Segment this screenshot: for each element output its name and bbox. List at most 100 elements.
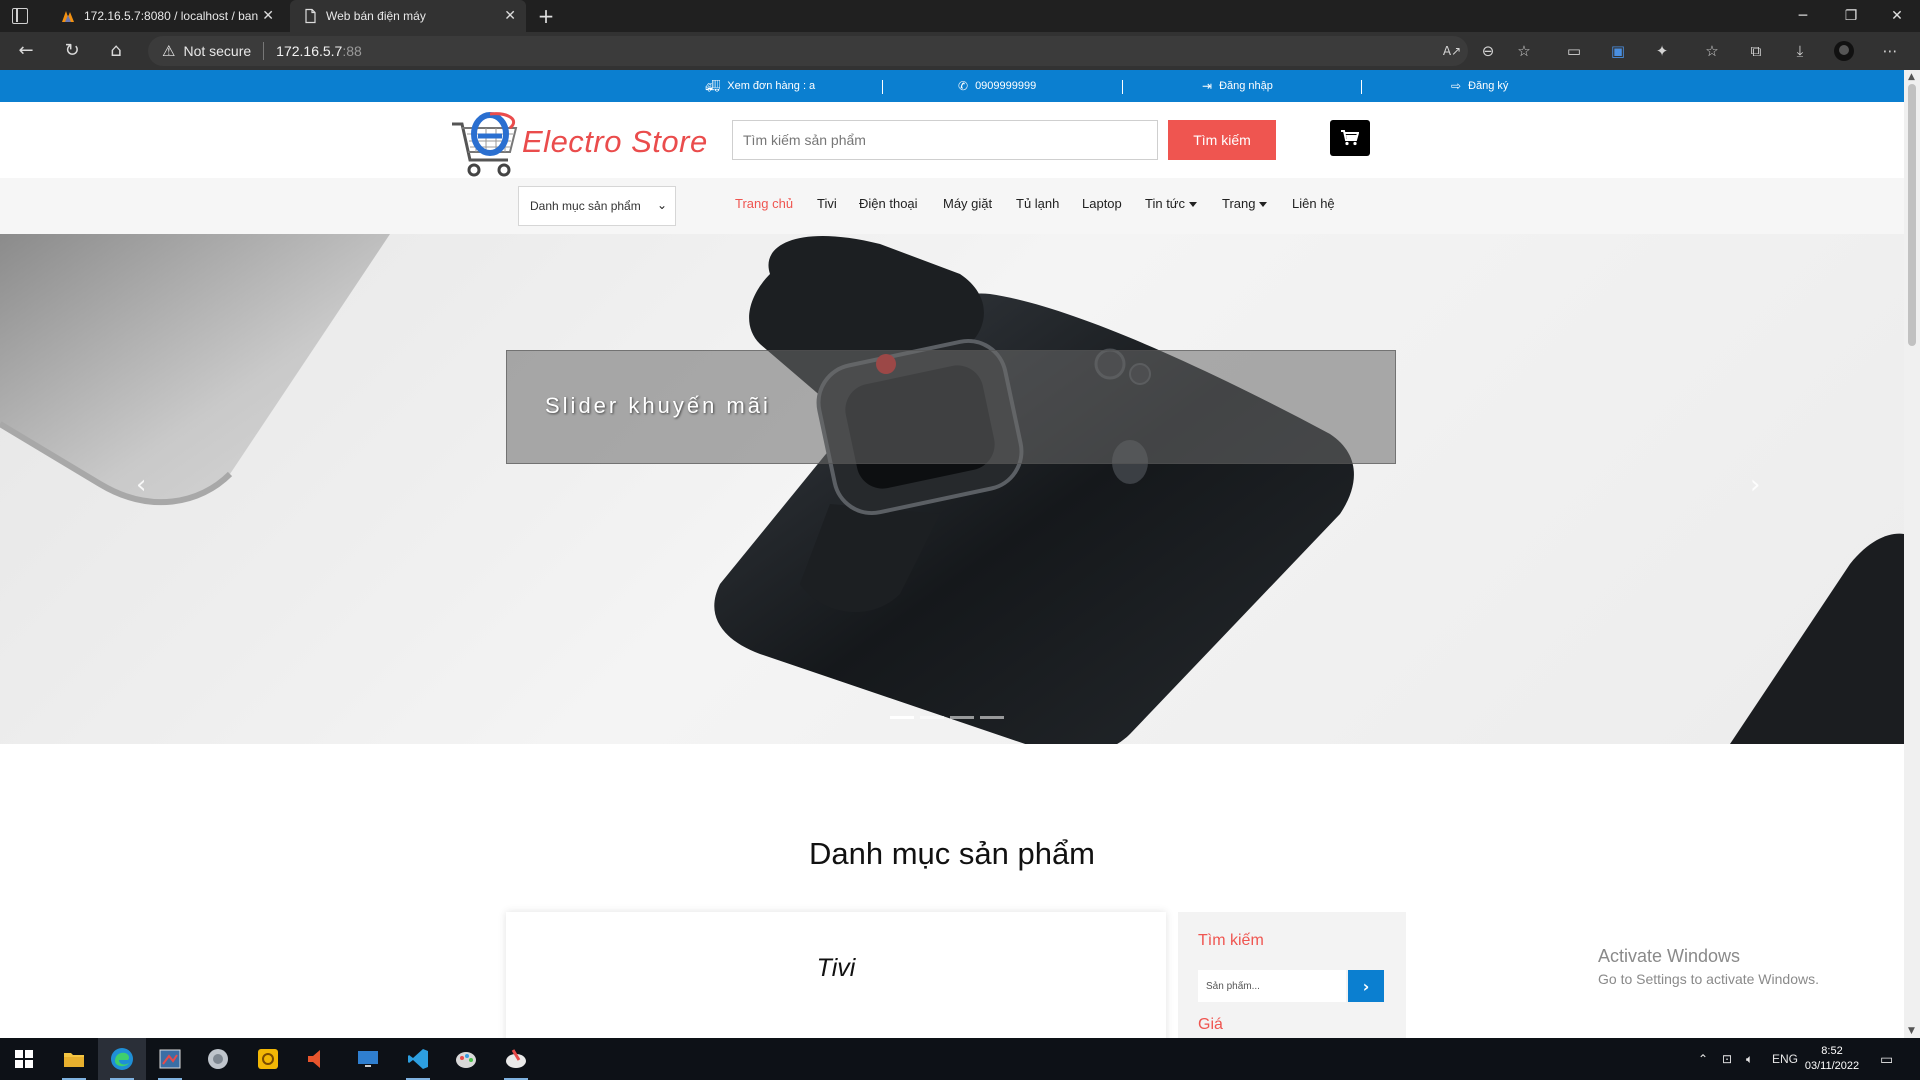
extension-icon[interactable]: ▭ bbox=[1564, 41, 1584, 61]
category-dropdown-value: Danh mục sản phẩm bbox=[530, 199, 641, 213]
scroll-up-icon[interactable]: ▲ bbox=[1908, 72, 1915, 82]
slider-next-icon[interactable]: › bbox=[1750, 470, 1760, 500]
nav-washer[interactable]: Máy giặt bbox=[943, 196, 992, 211]
search-button[interactable]: Tìm kiếm bbox=[1168, 120, 1276, 160]
category-dropdown[interactable]: Danh mục sản phẩm ⌄ bbox=[518, 186, 676, 226]
network-icon[interactable]: ⊡ bbox=[1722, 1038, 1732, 1080]
sticky-app-icon[interactable] bbox=[244, 1038, 292, 1080]
slider-indicator[interactable] bbox=[920, 716, 944, 719]
close-tab-icon[interactable]: ✕ bbox=[504, 8, 516, 24]
favorites-icon[interactable]: ☆ bbox=[1702, 41, 1722, 61]
system-clock[interactable]: 8:52 03/11/2022 bbox=[1802, 1044, 1862, 1074]
remote-desktop-icon[interactable] bbox=[344, 1038, 392, 1080]
page-scrollbar[interactable]: ▲ ▼ bbox=[1904, 70, 1920, 1038]
paint-app-icon[interactable] bbox=[442, 1038, 490, 1080]
site-logo-text[interactable]: Electro Store bbox=[522, 124, 708, 160]
security-label[interactable]: Not secure bbox=[183, 43, 251, 59]
translate-icon[interactable]: ▣ bbox=[1608, 41, 1628, 61]
nav-contact[interactable]: Liên hệ bbox=[1292, 196, 1335, 211]
logo-cart-icon[interactable] bbox=[450, 110, 524, 182]
nav-pages-dropdown[interactable]: Trang bbox=[1222, 196, 1268, 211]
volume-icon[interactable]: 🔈︎ bbox=[1746, 1038, 1753, 1080]
home-icon[interactable]: ⌂ bbox=[104, 39, 128, 63]
close-window-button[interactable]: ✕ bbox=[1874, 0, 1920, 32]
watermark-subtitle: Go to Settings to activate Windows. bbox=[1598, 971, 1819, 987]
edge-browser-icon[interactable] bbox=[98, 1038, 146, 1080]
read-aloud-icon[interactable]: A↗ bbox=[1442, 41, 1462, 61]
sidebar: Tìm kiếm › Giá bbox=[1178, 912, 1406, 1038]
caret-down-icon bbox=[1189, 202, 1198, 208]
zoom-icon[interactable]: ⊖ bbox=[1478, 41, 1498, 61]
downloads-icon[interactable]: ⤓ bbox=[1790, 41, 1810, 61]
new-tab-button[interactable]: + bbox=[534, 4, 558, 28]
slider-indicator[interactable] bbox=[980, 716, 1004, 719]
refresh-icon[interactable]: ↻ bbox=[60, 39, 84, 63]
slider-image bbox=[0, 234, 1904, 744]
phpmyadmin-icon bbox=[62, 11, 74, 22]
close-tab-icon[interactable]: ✕ bbox=[262, 8, 274, 24]
truck-icon: 🚚︎ bbox=[705, 79, 721, 93]
slider-indicator[interactable] bbox=[950, 716, 974, 719]
register-label[interactable]: Đăng ký bbox=[1468, 80, 1508, 92]
media-app-icon[interactable] bbox=[292, 1038, 340, 1080]
file-explorer-icon[interactable] bbox=[50, 1038, 98, 1080]
scroll-down-icon[interactable]: ▼ bbox=[1908, 1026, 1915, 1036]
notifications-icon[interactable]: ▭ bbox=[1880, 1038, 1893, 1080]
activate-windows-watermark: Activate Windows Go to Settings to activ… bbox=[1598, 946, 1819, 987]
slider-indicator[interactable] bbox=[890, 716, 914, 719]
promo-slider[interactable]: Slider khuyến mãi ‹ › bbox=[0, 234, 1904, 744]
profile-avatar[interactable] bbox=[1834, 41, 1854, 61]
site-header: Electro Store Tìm kiếm bbox=[0, 102, 1904, 178]
phone-link[interactable]: ✆ 0909999999 bbox=[958, 70, 1036, 102]
minimize-button[interactable]: ─ bbox=[1780, 0, 1826, 32]
warning-icon[interactable]: ⚠ bbox=[162, 42, 175, 60]
start-button[interactable] bbox=[0, 1038, 48, 1080]
nav-phone[interactable]: Điện thoại bbox=[859, 196, 918, 211]
snipping-tool-icon[interactable] bbox=[146, 1038, 194, 1080]
orders-link[interactable]: 🚚︎ Xem đơn hàng : a bbox=[705, 70, 815, 102]
tab-actions-icon[interactable] bbox=[12, 8, 28, 24]
paint-brush-app-icon[interactable] bbox=[492, 1038, 540, 1080]
main-nav: Danh mục sản phẩm ⌄ Trang chủ Tivi Điện … bbox=[0, 178, 1904, 234]
cart-button[interactable] bbox=[1330, 120, 1370, 156]
slider-caption: Slider khuyến mãi bbox=[545, 393, 771, 418]
clock-time: 8:52 bbox=[1821, 1045, 1843, 1057]
collections-icon[interactable]: ⧉ bbox=[1746, 41, 1766, 61]
login-link[interactable]: ⇥ Đăng nhập bbox=[1202, 70, 1273, 102]
sidebar-search-button[interactable]: › bbox=[1348, 970, 1384, 1002]
tab-phpmyadmin[interactable]: 172.16.5.7:8080 / localhost / ban ✕ bbox=[48, 0, 284, 32]
nav-news-dropdown[interactable]: Tin tức bbox=[1145, 196, 1198, 211]
favorite-add-icon[interactable]: ☆ bbox=[1514, 41, 1534, 61]
orders-label[interactable]: Xem đơn hàng : a bbox=[727, 80, 815, 92]
show-hidden-icons[interactable]: ⌃ bbox=[1698, 1038, 1708, 1080]
chevron-right-icon: › bbox=[1362, 976, 1370, 996]
section-title: Danh mục sản phẩm bbox=[808, 836, 1096, 871]
tab-title: Web bán điện máy bbox=[326, 9, 426, 23]
login-label[interactable]: Đăng nhập bbox=[1219, 80, 1273, 92]
back-icon[interactable]: ← bbox=[14, 39, 38, 63]
tab-web-ban-dien-may[interactable]: Web bán điện máy ✕ bbox=[290, 0, 526, 32]
address-bar[interactable]: ⚠ Not secure 172.16.5.7:88 bbox=[148, 36, 1468, 66]
sidebar-search-title: Tìm kiếm bbox=[1198, 932, 1264, 949]
restore-button[interactable]: ❐ bbox=[1828, 0, 1874, 32]
scrollbar-thumb[interactable] bbox=[1908, 84, 1916, 346]
watermark-title: Activate Windows bbox=[1598, 946, 1741, 966]
product-search-input[interactable] bbox=[732, 120, 1158, 160]
nav-laptop[interactable]: Laptop bbox=[1082, 196, 1122, 211]
more-menu-icon[interactable]: ⋯ bbox=[1880, 41, 1900, 61]
language-indicator[interactable]: ENG bbox=[1772, 1038, 1798, 1080]
register-icon: ⇨ bbox=[1451, 79, 1462, 93]
phone-number[interactable]: 0909999999 bbox=[975, 80, 1036, 92]
sidebar-search-input[interactable] bbox=[1198, 970, 1346, 1002]
extensions-puzzle-icon[interactable]: ✦ bbox=[1652, 41, 1672, 61]
vscode-icon[interactable] bbox=[394, 1038, 442, 1080]
cart-icon bbox=[1341, 130, 1359, 146]
nav-tv[interactable]: Tivi bbox=[817, 196, 837, 211]
app-icon[interactable] bbox=[194, 1038, 242, 1080]
sign-in-icon: ⇥ bbox=[1202, 79, 1213, 93]
category-card[interactable]: Tivi bbox=[506, 912, 1166, 1038]
register-link[interactable]: ⇨ Đăng ký bbox=[1451, 70, 1508, 102]
nav-home[interactable]: Trang chủ bbox=[735, 196, 793, 211]
slider-prev-icon[interactable]: ‹ bbox=[136, 470, 146, 500]
nav-fridge[interactable]: Tủ lạnh bbox=[1016, 196, 1059, 211]
